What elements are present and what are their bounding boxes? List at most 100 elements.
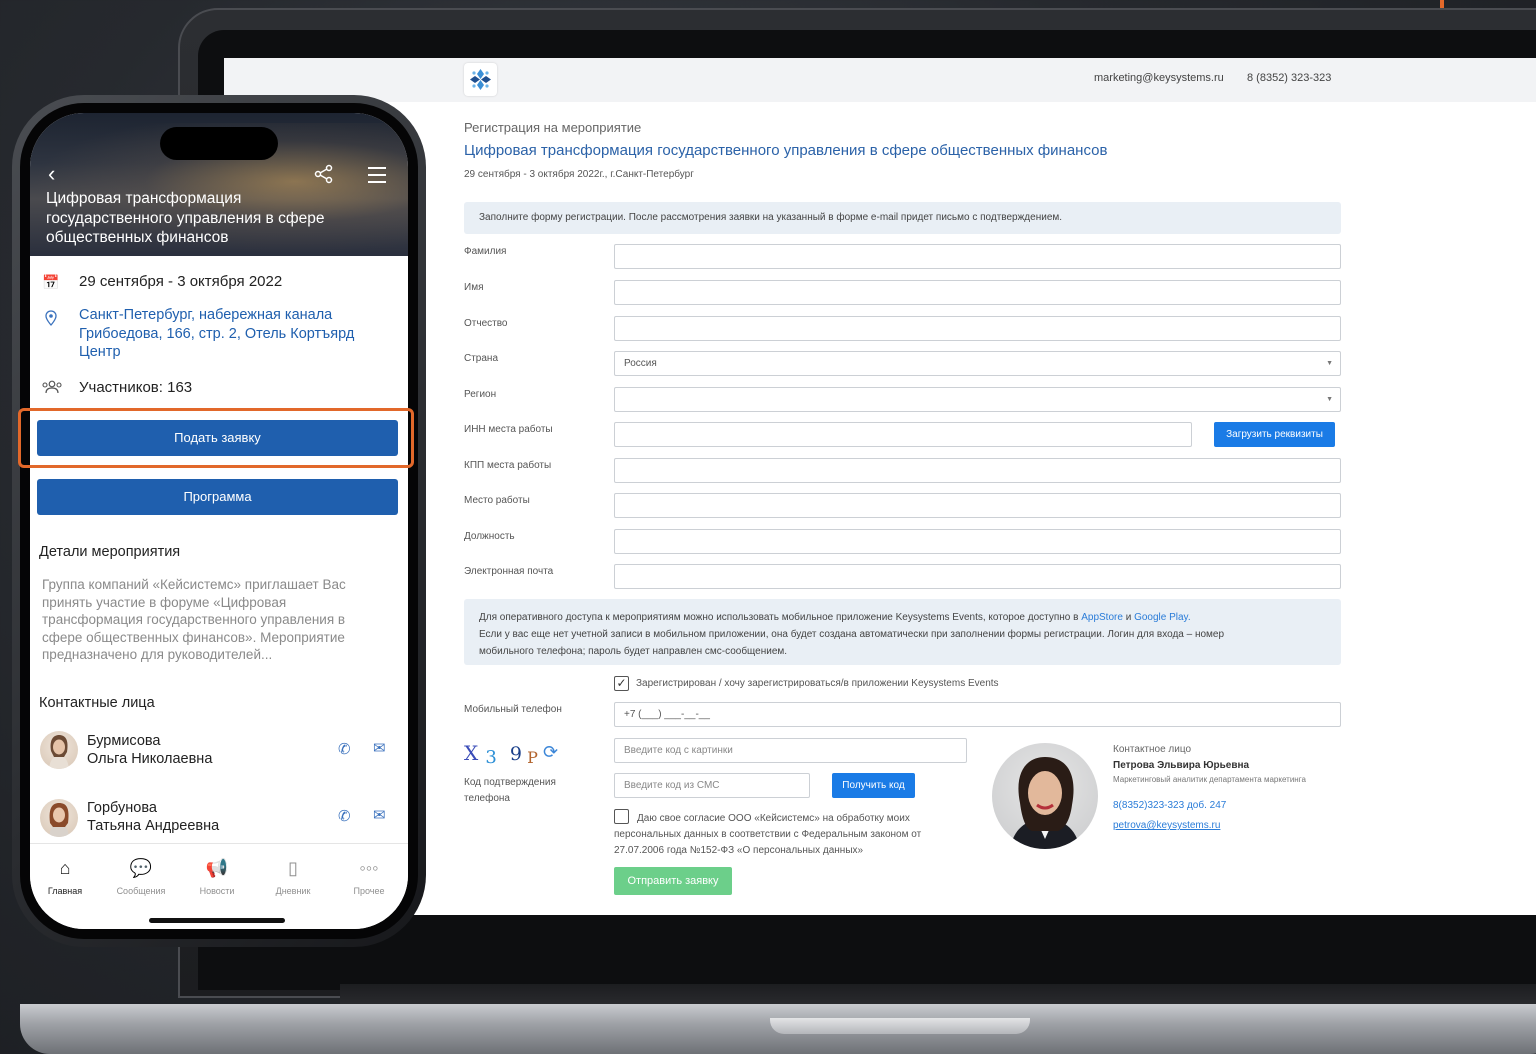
inn-label: ИНН места работы (464, 424, 553, 435)
tab-label: Дневник (275, 886, 311, 896)
site-header: marketing@keysystems.ru 8 (8352) 323-323 (224, 58, 1536, 102)
participants-icon (42, 380, 62, 394)
home-icon: ⌂ (59, 858, 71, 878)
google-play-link[interactable]: Google Play. (1134, 612, 1191, 623)
tab-messages[interactable]: 💬 Сообщения (103, 858, 179, 896)
location-pin-icon (45, 310, 57, 326)
submit-application-button[interactable]: Отправить заявку (614, 867, 732, 895)
last-name-label: Фамилия (464, 246, 507, 257)
participants-count: Участников: 163 (79, 379, 193, 396)
contact-given-name: Татьяна Андреевна (87, 818, 220, 834)
program-button[interactable]: Программа (37, 479, 398, 515)
phone-call-icon[interactable]: ✆ (338, 807, 351, 825)
contact-email-link[interactable]: petrova@keysystems.ru (1113, 820, 1220, 831)
back-arrow-icon[interactable]: ‹ (48, 161, 55, 187)
more-icon: ◦◦◦ (359, 858, 379, 878)
tab-diary[interactable]: ▯ Дневник (255, 858, 331, 896)
avatar (40, 799, 78, 837)
country-label: Страна (464, 353, 499, 364)
keysystems-logo[interactable] (464, 63, 497, 96)
contact-name: Петрова Эльвира Юрьевна (1113, 760, 1250, 771)
patronymic-field[interactable] (614, 316, 1341, 341)
refresh-icon[interactable]: ⟳ (543, 742, 558, 763)
email-label: Электронная почта (464, 566, 554, 577)
appstore-link[interactable]: AppStore (1081, 612, 1123, 623)
phone-call-icon[interactable]: ✆ (338, 740, 351, 758)
email-field[interactable] (614, 564, 1341, 589)
hamburger-menu-icon[interactable] (368, 167, 386, 188)
avatar (40, 731, 78, 769)
kpp-label: КПП места работы (464, 460, 552, 471)
get-code-button[interactable]: Получить код (832, 773, 915, 798)
share-icon[interactable] (314, 164, 334, 184)
position-label: Должность (464, 531, 515, 542)
bottom-tab-bar: ⌂ Главная 💬 Сообщения 📢 Новости ▯ Дневни… (30, 843, 408, 929)
contact-surname: Горбунова (87, 800, 157, 816)
chevron-down-icon: ▼ (1326, 360, 1333, 367)
apply-button-highlight (18, 408, 414, 468)
diary-icon: ▯ (288, 858, 298, 878)
region-select[interactable]: ▼ (614, 387, 1341, 412)
tab-home[interactable]: ⌂ Главная (30, 858, 103, 896)
home-indicator (149, 918, 285, 923)
captcha-image: X 3 9 P (464, 741, 538, 768)
mobile-phone-field[interactable]: +7 (___) ___-__-__ (614, 702, 1341, 727)
dynamic-island (160, 127, 278, 160)
tab-label: Прочее (353, 886, 385, 896)
register-in-app-checkbox[interactable]: ✓ (614, 676, 629, 691)
tab-label: Новости (199, 886, 235, 896)
megaphone-icon: 📢 (205, 858, 229, 878)
header-phone-link[interactable]: 8 (8352) 323-323 (1247, 72, 1331, 84)
tab-news[interactable]: 📢 Новости (179, 858, 255, 896)
event-date: 29 сентября - 3 октября 2022 (79, 273, 283, 290)
event-hero-title: Цифровая трансформация государственного … (46, 190, 325, 246)
captcha-char: P (527, 748, 538, 767)
tab-label: Сообщения (116, 886, 166, 896)
header-email-link[interactable]: marketing@keysystems.ru (1094, 72, 1224, 84)
person-avatar-icon (49, 735, 69, 769)
chat-icon: 💬 (129, 858, 153, 878)
first-name-field[interactable] (614, 280, 1341, 305)
country-select[interactable]: Россия ▼ (614, 351, 1341, 376)
workplace-field[interactable] (614, 493, 1341, 518)
tab-label: Главная (47, 886, 83, 896)
tab-more[interactable]: ◦◦◦ Прочее (331, 858, 407, 896)
contact-phone-link[interactable]: 8(8352)323-323 доб. 247 (1113, 800, 1226, 811)
contacts-title: Контактные лица (39, 695, 155, 711)
sms-code-input[interactable]: Введите код из СМС (614, 773, 810, 798)
patronymic-label: Отчество (464, 318, 508, 329)
kpp-field[interactable] (614, 458, 1341, 483)
last-name-field[interactable] (614, 244, 1341, 269)
event-address-link[interactable]: Санкт-Петербург, набережная канала Грибо… (79, 306, 369, 362)
mobile-app-screen: ‹ Цифровая трансформация государственног… (30, 113, 408, 929)
app-info-and: и (1125, 612, 1132, 623)
mail-icon[interactable]: ✉ (373, 739, 386, 757)
consent-line: 27.07.2006 года №152-ФЗ «О персональных … (614, 845, 864, 856)
breadcrumb: Регистрация на мероприятие (464, 120, 642, 135)
event-title: Цифровая трансформация государственного … (464, 142, 1108, 159)
contact-surname: Бурмисова (87, 733, 161, 749)
app-info-text: Для оперативного доступа к мероприятиям … (479, 612, 1079, 623)
consent-line: Даю свое согласие ООО «Кейсистемс» на об… (637, 813, 910, 824)
country-value: Россия (624, 358, 657, 369)
details-title: Детали мероприятия (39, 544, 181, 560)
event-dates: 29 сентября - 3 октября 2022г., г.Санкт-… (464, 169, 694, 180)
person-photo-icon (1010, 757, 1080, 849)
position-field[interactable] (614, 529, 1341, 554)
mail-icon[interactable]: ✉ (373, 806, 386, 824)
captcha-char: 9 (509, 743, 522, 765)
laptop-hinge (340, 984, 1536, 1006)
mobile-phone-label: Мобильный телефон (464, 704, 562, 715)
consent-text: Даю свое согласие ООО «Кейсистемс» на об… (614, 811, 954, 859)
person-avatar-icon (49, 803, 69, 837)
chevron-down-icon: ▼ (1326, 396, 1333, 403)
inn-field[interactable] (614, 422, 1192, 447)
first-name-label: Имя (464, 282, 484, 293)
contact-role: Маркетинговый аналитик департамента марк… (1113, 775, 1306, 784)
upload-requisites-button[interactable]: Загрузить реквизиты (1214, 422, 1335, 447)
workplace-label: Место работы (464, 495, 530, 506)
register-in-app-label: Зарегистрирован / хочу зарегистрироватьс… (636, 678, 999, 689)
mobile-app-info-box: Для оперативного доступа к мероприятиям … (464, 599, 1341, 665)
captcha-input[interactable]: Введите код с картинки (614, 738, 967, 763)
decorative-accent (1440, 0, 1444, 8)
